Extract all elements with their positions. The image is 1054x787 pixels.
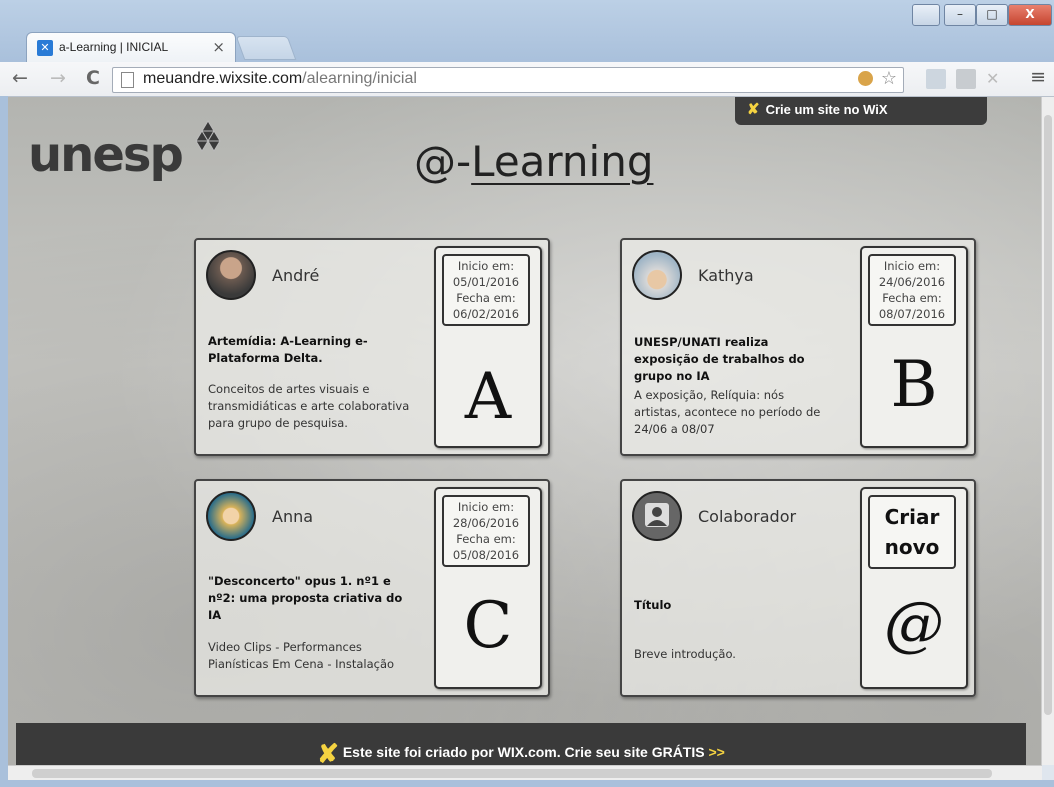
reload-button[interactable]: C xyxy=(86,67,100,89)
page-icon xyxy=(121,72,134,88)
horizontal-scrollbar[interactable] xyxy=(8,765,1042,781)
card-description: Video Clips - Performances Pianísticas E… xyxy=(208,640,395,671)
new-tab-button[interactable] xyxy=(235,36,297,60)
cookie-blocked-icon[interactable] xyxy=(858,71,873,86)
course-card-a[interactable]: André Artemídia: A-Learning e-Plataforma… xyxy=(194,238,550,456)
card-side-panel: Inicio em: 28/06/2016 Fecha em: 05/08/20… xyxy=(434,487,542,689)
back-button[interactable]: ← xyxy=(12,67,28,89)
tab-title: a-Learning | INICIAL xyxy=(59,40,169,54)
card-description: A exposição, Relíquia: nós artistas, aco… xyxy=(634,388,821,436)
card-user-name: Kathya xyxy=(698,266,754,285)
course-letter: A xyxy=(464,360,512,434)
vertical-scrollbar[interactable] xyxy=(1041,97,1054,765)
avatar-andre xyxy=(206,250,256,300)
card-description: Breve introdução. xyxy=(634,647,736,661)
card-user-name: Colaborador xyxy=(698,507,797,526)
address-bar[interactable]: meuandre.wixsite.com/alearning/inicial ☆ xyxy=(112,67,904,93)
card-user-name: André xyxy=(272,266,320,285)
browser-toolbar: ← → C meuandre.wixsite.com/alearning/ini… xyxy=(0,62,1054,97)
menu-icon[interactable]: ≡ xyxy=(1030,66,1046,88)
bookmark-star-icon[interactable]: ☆ xyxy=(881,68,897,89)
minimize-button[interactable]: – xyxy=(944,4,976,26)
site-title: @-Learning xyxy=(414,137,654,186)
course-dates: Inicio em: 05/01/2016 Fecha em: 06/02/20… xyxy=(442,254,530,326)
card-title[interactable]: UNESP/UNATI realiza exposição de trabalh… xyxy=(634,334,820,385)
card-title[interactable]: "Desconcerto" opus 1. nº1 e nº2: uma pro… xyxy=(208,573,404,624)
address-url: meuandre.wixsite.com/alearning/inicial xyxy=(143,70,417,87)
window-extra-icon[interactable] xyxy=(912,4,940,26)
browser-titlebar: ✕ a-Learning | INICIAL × – □ X xyxy=(0,0,1054,63)
card-user-name: Anna xyxy=(272,507,314,526)
card-side-panel: Criar novo @ xyxy=(860,487,968,689)
page-viewport: unesp @-Learning ✘ Crie um site no WiX An… xyxy=(8,97,1042,765)
avatar-anna xyxy=(206,491,256,541)
window-frame-bottom xyxy=(0,780,1054,787)
forward-button[interactable]: → xyxy=(50,67,66,89)
course-dates: Inicio em: 28/06/2016 Fecha em: 05/08/20… xyxy=(442,495,530,567)
extension-2-icon[interactable] xyxy=(956,69,976,89)
course-card-c[interactable]: Anna "Desconcerto" opus 1. nº1 e nº2: um… xyxy=(194,479,550,697)
wix-logo-icon: ✘ xyxy=(317,738,339,765)
course-card-b[interactable]: Kathya UNESP/UNATI realiza exposição de … xyxy=(620,238,976,456)
at-sign-icon: @ xyxy=(884,589,944,659)
tab-inicial[interactable]: ✕ a-Learning | INICIAL × xyxy=(26,32,236,63)
wix-create-site-banner[interactable]: ✘ Crie um site no WiX xyxy=(735,97,987,125)
window-frame-left xyxy=(0,96,8,780)
tab-close-icon[interactable]: × xyxy=(212,38,225,56)
vertical-scroll-thumb[interactable] xyxy=(1044,115,1052,715)
unesp-logo-mark-icon xyxy=(195,120,221,152)
card-title[interactable]: Artemídia: A-Learning e-Plataforma Delta… xyxy=(208,333,428,367)
avatar-kathya xyxy=(632,250,682,300)
wix-footer-banner[interactable]: ✘ Este site foi criado por WIX.com. Crie… xyxy=(16,723,1026,765)
extension-3-icon[interactable]: ✕ xyxy=(986,69,1006,89)
create-new-button[interactable]: Criar novo xyxy=(868,495,956,569)
card-description: Conceitos de artes visuais e transmidiát… xyxy=(208,382,410,430)
extension-1-icon[interactable] xyxy=(926,69,946,89)
close-window-button[interactable]: X xyxy=(1008,4,1052,26)
course-letter: B xyxy=(890,348,938,422)
course-dates: Inicio em: 24/06/2016 Fecha em: 08/07/20… xyxy=(868,254,956,326)
wix-favicon-icon: ✕ xyxy=(37,40,53,56)
card-side-panel: Inicio em: 24/06/2016 Fecha em: 08/07/20… xyxy=(860,246,968,448)
maximize-button[interactable]: □ xyxy=(976,4,1008,26)
new-collaborator-card[interactable]: Colaborador Título Breve introdução. Cri… xyxy=(620,479,976,697)
wix-logo-icon: ✘ xyxy=(747,101,760,118)
horizontal-scroll-thumb[interactable] xyxy=(32,769,992,778)
card-title[interactable]: Título xyxy=(634,597,854,614)
unesp-logo: unesp xyxy=(28,127,184,183)
card-side-panel: Inicio em: 05/01/2016 Fecha em: 06/02/20… xyxy=(434,246,542,448)
collaborator-avatar-icon xyxy=(632,491,682,541)
course-letter: C xyxy=(463,589,513,663)
